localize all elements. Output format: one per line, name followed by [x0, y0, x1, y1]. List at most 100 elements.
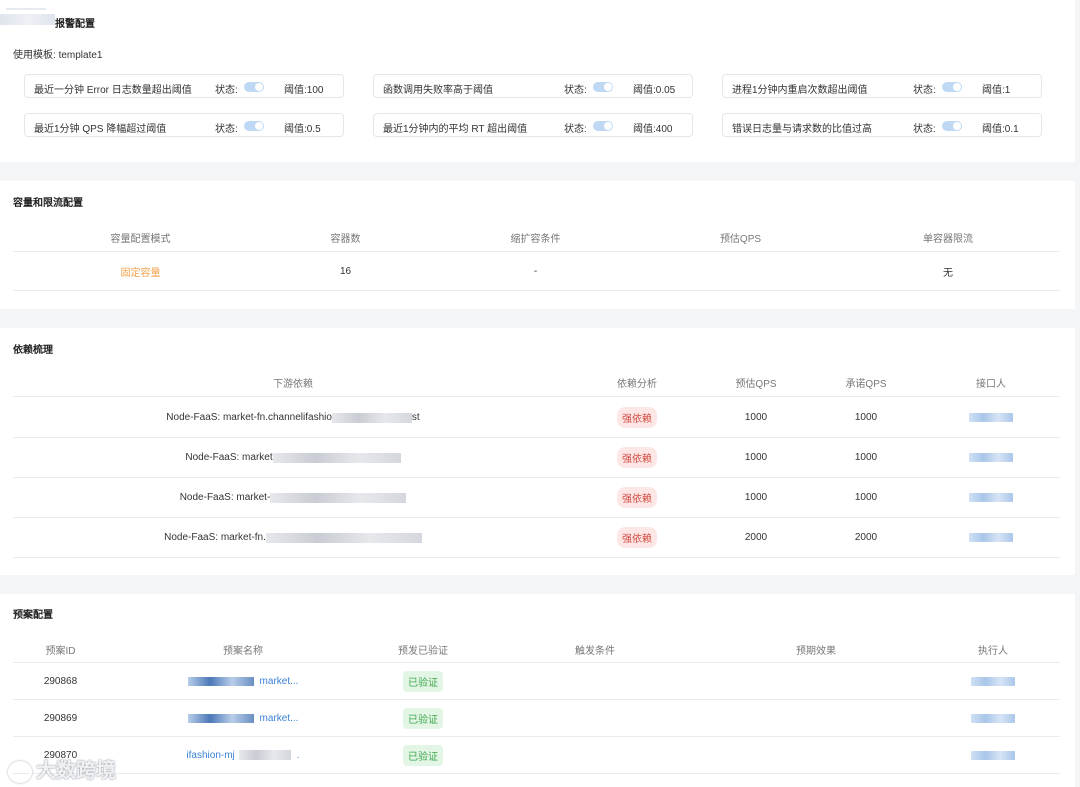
table-row: Node-FaaS: market-fn. 强依赖 2000 2000: [13, 518, 1060, 558]
col-header: 预案名称: [223, 645, 263, 657]
col-header: 预估QPS: [735, 379, 777, 390]
contact-person: [941, 398, 1041, 437]
rule-name: 最近1分钟内的平均 RT 超出阈值: [383, 124, 528, 135]
plan-table-header: 预案ID 预案名称 预发已验证 触发条件 预期效果 执行人: [13, 636, 1060, 663]
col-header: 下游依赖: [273, 379, 313, 390]
redacted-text: [270, 492, 407, 503]
avatar: [969, 533, 1013, 542]
col-header: 容器数: [330, 234, 361, 245]
template-line: 使用模板: template1: [13, 46, 102, 61]
rule-toggle[interactable]: [593, 121, 613, 131]
dependency-name: Node-FaaS: market: [185, 452, 273, 463]
alarm-rule-card: 错误日志量与请求数的比值过高 状态: 阈值:0.1: [722, 113, 1042, 137]
plan-name-link[interactable]: market...: [163, 700, 323, 736]
rule-threshold: 阈值:1: [982, 81, 1010, 96]
col-header: 承诺QPS: [845, 379, 887, 390]
container-limit: 无: [943, 268, 953, 279]
dependency-analysis: 强依赖: [587, 398, 687, 437]
plan-name-link[interactable]: ifashion-mj.: [163, 737, 323, 773]
verified-cell: 已验证: [373, 737, 473, 773]
col-header: 预期效果: [796, 645, 836, 657]
avatar: [971, 713, 1015, 723]
col-header: 预发已验证: [398, 645, 448, 657]
rule-toggle[interactable]: [942, 82, 962, 92]
redacted-text: [331, 412, 412, 423]
capacity-config-panel: 容量和限流配置 容量配置模式 容器数 缩扩容条件 预估QPS 单容器限流 固定容…: [0, 181, 1075, 309]
dependency-panel: 依赖梳理 下游依赖 依赖分析 预估QPS 承诺QPS 接口人 Node-FaaS…: [0, 328, 1075, 575]
rule-name: 错误日志量与请求数的比值过高: [732, 124, 872, 135]
threshold-label: 阈值:: [284, 85, 307, 96]
table-row: 290869 market... 已验证: [13, 700, 1060, 737]
rule-threshold: 阈值:0.5: [284, 120, 321, 135]
table-row: 290870 ifashion-mj. 已验证: [13, 737, 1060, 774]
strong-dependency-tag: 强依赖: [617, 487, 657, 508]
verified-badge: 已验证: [403, 670, 443, 692]
plan-name[interactable]: ifashion-mj: [186, 750, 234, 761]
dependency-analysis: 强依赖: [587, 518, 687, 557]
dependency-panel-title: 依赖梳理: [13, 345, 53, 356]
plan-name-link[interactable]: market...: [163, 663, 323, 699]
downstream-dependency: Node-FaaS: market: [13, 438, 573, 477]
dependency-analysis: 强依赖: [587, 438, 687, 477]
rule-toggle[interactable]: [244, 82, 264, 92]
rule-state-label: 状态:: [215, 124, 238, 135]
contact-person: [941, 478, 1041, 517]
dependency-analysis: 强依赖: [587, 478, 687, 517]
avatar: [971, 750, 1015, 760]
redacted-text: [272, 452, 401, 463]
rule-name: 最近1分钟 QPS 降幅超过阈值: [34, 124, 167, 135]
threshold-value: 400: [655, 124, 673, 135]
downstream-dependency: Node-FaaS: market-: [13, 478, 573, 517]
plan-name[interactable]: market...: [260, 713, 299, 724]
template-label: 使用模板:: [13, 50, 56, 61]
col-header: 容量配置模式: [110, 234, 171, 245]
redacted-text: [265, 532, 422, 543]
avatar: [969, 413, 1013, 422]
redacted-text: [187, 713, 254, 723]
plan-name[interactable]: market...: [260, 676, 299, 687]
strong-dependency-tag: 强依赖: [617, 527, 657, 548]
promised-qps: 1000: [854, 492, 878, 503]
threshold-label: 阈值:: [982, 85, 1005, 96]
col-header: 预案ID: [45, 645, 76, 657]
rule-toggle[interactable]: [593, 82, 613, 92]
plan-id: 290868: [43, 675, 78, 687]
plan-config-panel: 预案配置 预案ID 预案名称 预发已验证 触发条件 预期效果 执行人 29086…: [0, 594, 1075, 787]
watermark: 大数跨境: [8, 754, 116, 783]
table-row: 固定容量 16 - 无: [13, 253, 1060, 291]
capacity-panel-title: 容量和限流配置: [13, 198, 83, 209]
downstream-dependency: Node-FaaS: market-fn.channelifashio st: [13, 398, 573, 437]
rule-name: 进程1分钟内重启次数超出阈值: [732, 85, 868, 96]
executor: [943, 700, 1043, 736]
verified-badge: 已验证: [403, 744, 443, 766]
template-value: template1: [58, 50, 103, 61]
threshold-label: 阈值:: [284, 124, 307, 135]
plan-id: 290869: [43, 712, 78, 724]
executor: [943, 663, 1043, 699]
alarm-rule-card: 最近1分钟内的平均 RT 超出阈值 状态: 阈值:400: [373, 113, 693, 137]
rule-state-label: 状态:: [564, 124, 587, 135]
rule-toggle[interactable]: [942, 121, 962, 131]
threshold-value: 0.05: [655, 85, 676, 96]
col-header: 触发条件: [575, 645, 615, 657]
rule-state-label: 状态:: [913, 124, 936, 135]
strong-dependency-tag: 强依赖: [617, 407, 657, 428]
estimated-qps: 1000: [744, 452, 768, 463]
threshold-label: 阈值:: [633, 124, 656, 135]
col-header: 接口人: [976, 379, 1006, 390]
alarm-rule-card: 进程1分钟内重启次数超出阈值 状态: 阈值:1: [722, 74, 1042, 98]
rule-name: 最近一分钟 Error 日志数量超出阈值: [34, 85, 192, 96]
contact-person: [941, 518, 1041, 557]
threshold-value: 1: [1004, 85, 1011, 96]
rule-toggle[interactable]: [244, 121, 264, 131]
avatar: [971, 676, 1015, 686]
threshold-label: 阈值:: [633, 85, 656, 96]
plan-name-suffix[interactable]: .: [297, 750, 300, 761]
dependency-name: Node-FaaS: market-fn.: [164, 532, 266, 543]
col-header: 执行人: [978, 645, 1008, 657]
table-row: Node-FaaS: market 强依赖 1000 1000: [13, 438, 1060, 478]
watermark-logo-icon: [8, 760, 32, 783]
capacity-table-header: 容量配置模式 容器数 缩扩容条件 预估QPS 单容器限流: [13, 224, 1060, 252]
capacity-mode: 固定容量: [120, 268, 161, 279]
rule-state-label: 状态:: [564, 85, 587, 96]
